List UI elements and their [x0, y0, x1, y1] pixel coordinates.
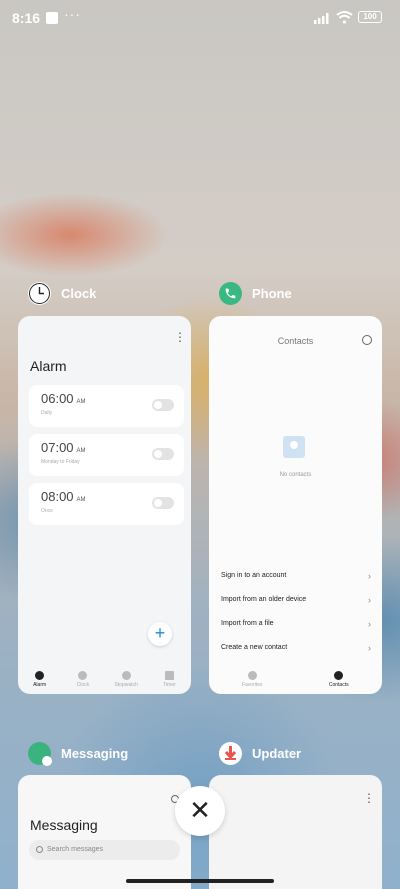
- alarm-time: 07:00: [41, 440, 74, 455]
- screen-title: Contacts: [277, 336, 314, 346]
- alarm-repeat: Monday to Friday: [41, 459, 80, 465]
- phone-icon: [247, 670, 257, 680]
- alarm-toggle: [152, 497, 174, 509]
- app-card-clock[interactable]: ⋮ Alarm 06:00 AM Daily 07:00 AM Monday to …: [18, 316, 191, 694]
- battery-icon: 100: [358, 11, 382, 23]
- alarm-repeat: Daily: [41, 410, 53, 416]
- empty-state-text: No contacts: [279, 472, 312, 478]
- alarm-ampm: AM: [76, 448, 86, 454]
- more-menu-icon: ⋮: [174, 330, 186, 344]
- app-card-phone[interactable]: Contacts No contacts Sign in to an accou…: [209, 316, 382, 694]
- app-name-messaging: Messaging: [61, 745, 129, 761]
- status-time: 8:16: [12, 10, 41, 26]
- action-import-device: Import from an older device ›: [221, 595, 371, 605]
- alarm-icon: [35, 670, 45, 680]
- app-card-messaging[interactable]: Messaging Search messages: [18, 775, 191, 889]
- action-create-contact: Create a new contact ›: [221, 643, 371, 653]
- messaging-app-icon: [28, 741, 52, 766]
- updater-app-icon: [219, 741, 242, 765]
- alarm-ampm: AM: [76, 497, 86, 503]
- app-name-clock: Clock: [61, 285, 97, 301]
- app-header-updater[interactable]: Updater: [219, 740, 301, 766]
- notification-icon: [46, 12, 58, 24]
- tab-timer: Timer: [148, 664, 191, 694]
- signal-icon: [314, 13, 329, 24]
- chevron-right-icon: ›: [368, 595, 371, 605]
- alarm-item: 08:00 AM Once: [29, 483, 184, 525]
- wifi-icon: [336, 11, 353, 24]
- clock-tab-bar: Alarm Clock Stopwatch Timer: [18, 664, 191, 694]
- screen-title: Alarm: [30, 358, 67, 374]
- app-name-phone: Phone: [252, 285, 292, 301]
- alarm-time: 06:00: [41, 391, 74, 406]
- add-alarm-icon: +: [148, 622, 172, 646]
- clock-app-icon: [28, 281, 51, 305]
- alarm-time: 08:00: [41, 489, 74, 504]
- search-field: Search messages: [29, 840, 180, 860]
- alarm-toggle: [152, 399, 174, 411]
- tab-alarm: Alarm: [18, 664, 61, 694]
- tab-favorites: Favorites: [209, 664, 296, 694]
- more-notifications-icon: ···: [64, 6, 81, 22]
- contact-placeholder-icon: [283, 436, 305, 458]
- more-menu-icon: ⋮: [363, 791, 375, 805]
- settings-gear-icon: [362, 335, 372, 345]
- screen-title: Messaging: [30, 817, 98, 833]
- tab-contacts: Contacts: [296, 664, 383, 694]
- alarm-repeat: Once: [41, 508, 53, 514]
- chevron-right-icon: ›: [368, 619, 371, 629]
- home-indicator[interactable]: [126, 879, 274, 883]
- alarm-toggle: [152, 448, 174, 460]
- action-import-file: Import from a file ›: [221, 619, 371, 629]
- chevron-right-icon: ›: [368, 643, 371, 653]
- alarm-item: 06:00 AM Daily: [29, 385, 184, 427]
- phone-tab-bar: Favorites Contacts: [209, 664, 382, 694]
- alarm-item: 07:00 AM Monday to Friday: [29, 434, 184, 476]
- app-header-messaging[interactable]: Messaging: [28, 740, 128, 766]
- phone-app-icon: [219, 281, 242, 305]
- clock-icon: [78, 670, 88, 680]
- app-header-phone[interactable]: Phone: [219, 280, 292, 306]
- app-name-updater: Updater: [252, 745, 302, 761]
- hourglass-icon: [164, 670, 174, 680]
- clear-all-button[interactable]: ✕: [175, 786, 225, 836]
- chevron-right-icon: ›: [368, 571, 371, 581]
- app-card-updater[interactable]: ⋮: [209, 775, 382, 889]
- stopwatch-icon: [121, 670, 131, 680]
- app-header-clock[interactable]: Clock: [28, 280, 96, 306]
- alarm-ampm: AM: [76, 399, 86, 405]
- status-bar: 8:16 ··· 100: [0, 0, 400, 36]
- tab-stopwatch: Stopwatch: [105, 664, 148, 694]
- person-icon: [334, 670, 344, 680]
- tab-clock: Clock: [61, 664, 104, 694]
- action-sign-in: Sign in to an account ›: [221, 571, 371, 581]
